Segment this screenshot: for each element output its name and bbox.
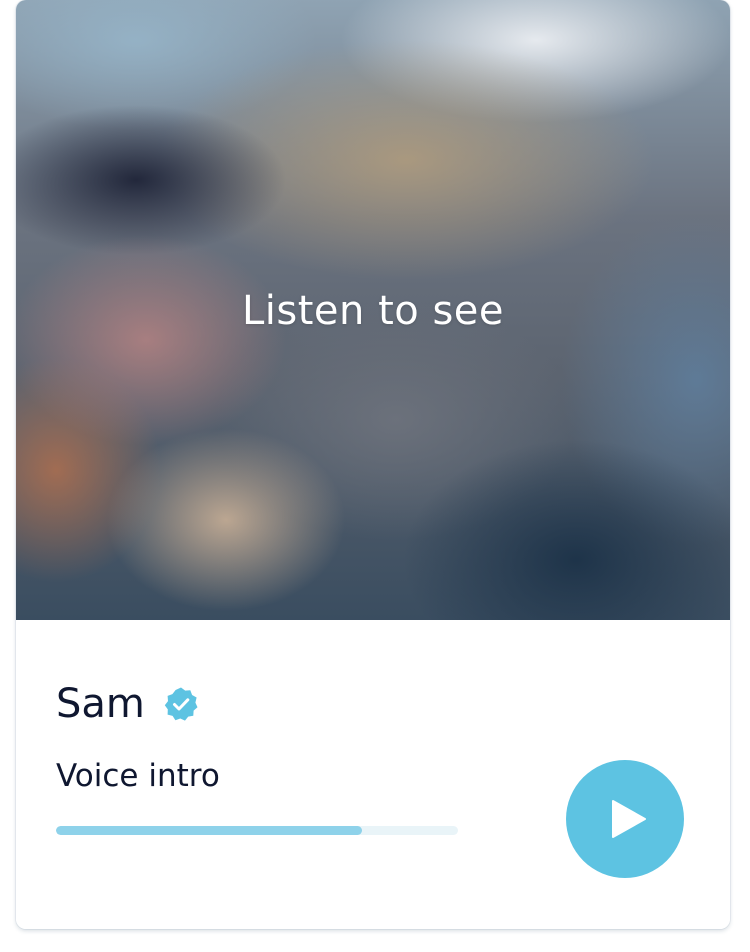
blurred-profile-photo: Listen to see — [16, 0, 730, 620]
play-icon — [612, 800, 646, 838]
profile-card: Listen to see Sam Voice intro — [16, 0, 730, 929]
listen-to-see-label: Listen to see — [241, 288, 505, 334]
name-row: Sam — [56, 682, 199, 726]
voice-intro-progress-bar[interactable] — [56, 826, 458, 835]
voice-intro-label: Voice intro — [56, 758, 220, 794]
verified-badge-icon — [163, 686, 199, 722]
profile-name: Sam — [56, 681, 145, 727]
voice-intro-progress-fill — [56, 826, 362, 835]
profile-info-panel: Sam Voice intro — [16, 620, 730, 929]
play-button[interactable] — [566, 760, 684, 878]
